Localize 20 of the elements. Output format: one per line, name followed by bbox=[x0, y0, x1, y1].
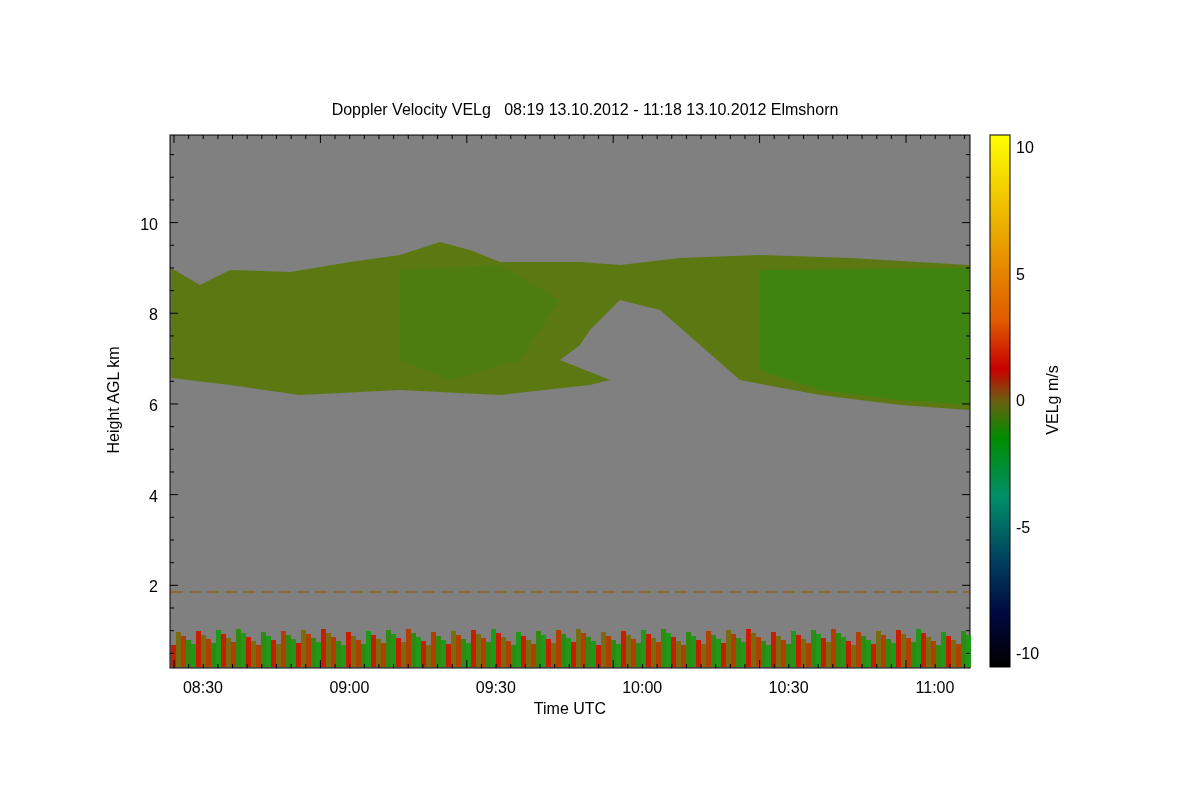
y-tick-label: 4 bbox=[149, 487, 158, 505]
y-tick-label: 10 bbox=[140, 215, 158, 233]
y-tick-label: 2 bbox=[149, 578, 158, 596]
colorbar-label: VELg m/s bbox=[1044, 365, 1061, 435]
colorbar-tick-label: 10 bbox=[1016, 139, 1034, 156]
colorbar-tick-label: -10 bbox=[1016, 645, 1040, 662]
colorbar-tick-label: 5 bbox=[1016, 265, 1025, 283]
x-tick-label: 08:30 bbox=[183, 679, 223, 696]
colorbar-tick-label: 0 bbox=[1016, 392, 1025, 409]
x-tick-label: 10:30 bbox=[768, 679, 809, 696]
x-tick-label: 10:00 bbox=[622, 679, 663, 696]
y-axis-label: Height AGL km bbox=[105, 346, 122, 454]
y-tick-label: 8 bbox=[149, 306, 158, 324]
x-axis-label: Time UTC bbox=[533, 700, 607, 717]
x-tick-label: 11:00 bbox=[915, 679, 955, 696]
colorbar-tick-label: -5 bbox=[1016, 518, 1031, 536]
chart-title: Doppler Velocity VELg 08:19 13.10.2012 - 11:18 13.10.2012 Elmshorn bbox=[331, 101, 839, 118]
x-tick-label: 09:00 bbox=[329, 679, 370, 696]
x-tick-label: 09:30 bbox=[475, 679, 516, 696]
y-tick-label: 6 bbox=[149, 396, 158, 414]
